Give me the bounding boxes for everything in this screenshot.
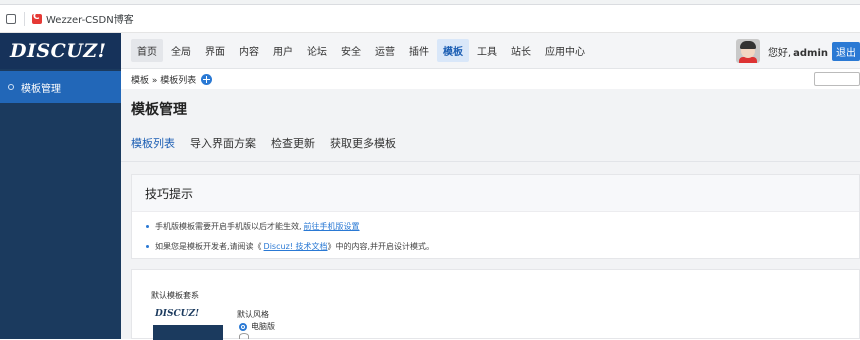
template-thumbnail[interactable]: DISCUZ! xyxy=(153,307,223,340)
add-icon[interactable] xyxy=(201,73,213,85)
nav-plugins[interactable]: 插件 xyxy=(403,39,435,62)
sidebar-item-template-manage[interactable]: 模板管理 xyxy=(0,71,121,103)
greeting: 您好, admin xyxy=(767,47,828,59)
nav-global[interactable]: 全局 xyxy=(165,39,197,62)
logout-button[interactable]: 退出 xyxy=(832,41,860,61)
tab-template-list[interactable]: 模板列表 xyxy=(131,135,175,157)
username: admin xyxy=(793,47,828,59)
nav-app-center[interactable]: 应用中心 xyxy=(539,39,591,62)
user-box: 您好, admin 退出 xyxy=(735,39,860,63)
tip-mobile: 手机版模板需要开启手机版以后才能生效, 前往手机版设置 xyxy=(132,221,859,232)
thumbnail-logo: DISCUZ! xyxy=(155,309,200,319)
mobile-settings-link[interactable]: 前往手机版设置 xyxy=(304,221,360,232)
nav-forum[interactable]: 论坛 xyxy=(301,39,333,62)
radio-selected-icon[interactable] xyxy=(239,322,247,331)
main-content: 模板管理 模板列表 导入界面方案 检查更新 获取更多模板 技巧提示 手机版模板需… xyxy=(121,89,860,340)
radio-partial[interactable] xyxy=(239,333,249,339)
avatar[interactable] xyxy=(735,39,760,63)
bullet-icon xyxy=(146,245,149,248)
tab-check-updates[interactable]: 检查更新 xyxy=(271,135,315,157)
divider xyxy=(121,161,860,162)
tech-docs-link[interactable]: Discuz! 技术文档 xyxy=(264,241,328,252)
page-title: 模板管理 xyxy=(131,102,187,118)
tab-bar: 模板列表 导入界面方案 检查更新 获取更多模板 xyxy=(131,135,411,157)
bookmark-separator xyxy=(24,11,25,26)
sidebar: DISCUZ! 模板管理 xyxy=(0,33,121,339)
apps-icon[interactable] xyxy=(6,13,16,24)
bullet-icon xyxy=(8,84,14,90)
nav-webmaster[interactable]: 站长 xyxy=(505,39,537,62)
radio-label: 电脑版 xyxy=(251,322,275,331)
bullet-icon xyxy=(146,225,149,228)
discuz-logo[interactable]: DISCUZ! xyxy=(0,33,121,69)
nav-tools[interactable]: 工具 xyxy=(471,39,503,62)
template-panel: 默认模板套系 DISCUZ! 默认风格 电脑版 xyxy=(131,269,860,340)
nav-home[interactable]: 首页 xyxy=(131,39,163,62)
tips-heading: 技巧提示 xyxy=(132,175,859,212)
nav-users[interactable]: 用户 xyxy=(267,39,299,62)
nav-content[interactable]: 内容 xyxy=(233,39,265,62)
bookmarks-bar: Wezzer-CSDN博客 xyxy=(0,5,860,33)
search-input[interactable] xyxy=(814,72,860,86)
nav-security[interactable]: 安全 xyxy=(335,39,367,62)
style-label: 默认风格 xyxy=(237,310,269,319)
nav-interface[interactable]: 界面 xyxy=(199,39,231,62)
sidebar-item-label: 模板管理 xyxy=(21,83,61,95)
nav-templates[interactable]: 模板 xyxy=(437,39,469,62)
tips-panel: 技巧提示 手机版模板需要开启手机版以后才能生效, 前往手机版设置 如果您是模板开… xyxy=(131,174,860,259)
bookmark-link[interactable]: Wezzer-CSDN博客 xyxy=(46,11,134,26)
tab-get-more[interactable]: 获取更多模板 xyxy=(330,135,396,157)
breadcrumb-text: 模板 » 模板列表 xyxy=(131,75,197,86)
radio-desktop[interactable]: 电脑版 xyxy=(239,321,275,332)
top-nav: 首页 全局 界面 内容 用户 论坛 安全 运营 插件 模板 工具 站长 应用中心… xyxy=(121,33,860,69)
breadcrumb: 模板 » 模板列表 xyxy=(121,69,860,89)
nav-operations[interactable]: 运营 xyxy=(369,39,401,62)
csdn-favicon-icon xyxy=(32,12,42,24)
tip-developer: 如果您是模板开发者,请阅读《 Discuz! 技术文档 》中的内容,并开启设计模… xyxy=(132,241,859,252)
template-heading: 默认模板套系 xyxy=(151,291,199,300)
tab-import-scheme[interactable]: 导入界面方案 xyxy=(190,135,256,157)
